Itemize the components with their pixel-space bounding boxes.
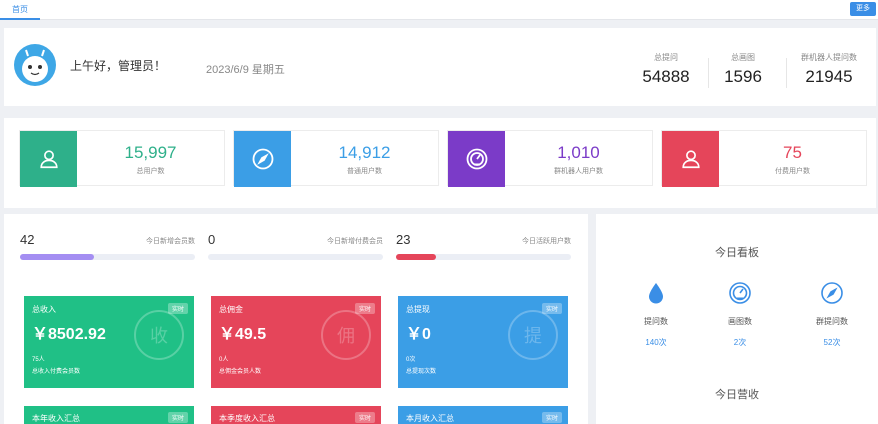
progress-label: 今日新增会员数: [146, 238, 195, 245]
stat-label: 总提问: [654, 53, 678, 62]
card-sub-label: 总收入付费会员数: [32, 369, 81, 375]
quarter-income-card[interactable]: 本季度收入汇总 实时: [211, 406, 381, 424]
progress-label: 今日新增付费会员: [327, 238, 383, 245]
user-icon: [39, 150, 58, 169]
seal-watermark: 佣: [321, 310, 371, 360]
avatar: [14, 44, 56, 86]
card-label: 总用户数: [136, 168, 165, 175]
card-title: 总提现: [406, 305, 430, 314]
tab-bar: 首页 更多: [0, 0, 878, 20]
card-value: 75: [783, 143, 802, 162]
card-value: 14,912: [338, 143, 391, 162]
board-item-value: 2次: [733, 338, 747, 347]
stat-value: 1596: [724, 67, 762, 86]
user-icon: [681, 150, 700, 169]
compass-icon: [821, 282, 843, 304]
realtime-badge: 实时: [354, 412, 375, 423]
compass-icon: [252, 148, 273, 170]
total-withdraw-card[interactable]: 总提现 实时 ￥0 提 0次 总提现次数: [398, 296, 568, 388]
progress-value: 0: [208, 232, 216, 247]
today-questions: 提问数 140次: [616, 280, 696, 348]
card-sub-value: 0次: [406, 357, 416, 363]
card-sub-value: 75人: [32, 357, 45, 363]
gauge-icon: [466, 148, 487, 170]
board-item-label: 画图数: [728, 317, 752, 326]
card-icon-box: [20, 131, 77, 187]
card-title: 本季度收入汇总: [219, 414, 275, 423]
card-label: 群机器人用户数: [554, 168, 603, 175]
total-income-card[interactable]: 总收入 实时 ￥8502.92 收 75人 总收入付费会员数: [24, 296, 194, 388]
welcome-card: 上午好，管理员！ 2023/6/9 星期五 总提问 54888 总画图 1596…: [4, 28, 876, 106]
paid-users-card[interactable]: 75 付费用户数: [661, 130, 867, 187]
card-sub-value: 0人: [219, 357, 229, 363]
board-item-label: 提问数: [644, 317, 668, 326]
drop-icon: [649, 283, 663, 304]
card-icon-box: [662, 131, 719, 187]
card-title: 总收入: [32, 305, 56, 314]
bot-users-card[interactable]: 1,010 群机器人用户数: [447, 130, 653, 187]
card-label: 普通用户数: [347, 168, 382, 175]
card-label: 付费用户数: [775, 168, 810, 175]
progress-track: [20, 254, 195, 260]
card-amount: ￥0: [406, 326, 431, 343]
progress-value: 42: [20, 232, 35, 247]
realtime-badge: 实时: [167, 412, 188, 423]
more-button[interactable]: 更多: [850, 2, 876, 16]
progress-track: [396, 254, 571, 260]
stat-bot-questions: 群机器人提问数 21945: [784, 52, 874, 87]
card-title: 本年收入汇总: [32, 414, 80, 423]
date-text: 2023/6/9 星期五: [206, 64, 285, 76]
progress-track: [208, 254, 383, 260]
progress-fill: [20, 254, 94, 260]
card-icon-box: [448, 131, 505, 187]
gauge-icon: [729, 282, 751, 304]
card-title: 总佣金: [219, 305, 243, 314]
card-sub-label: 总佣金会员人数: [219, 369, 262, 375]
tab-home[interactable]: 首页: [0, 0, 40, 20]
month-income-card[interactable]: 本月收入汇总 实时: [398, 406, 568, 424]
total-users-card[interactable]: 15,997 总用户数: [19, 130, 225, 187]
card-value: 15,997: [124, 143, 177, 162]
card-sub-label: 总提现次数: [406, 369, 437, 375]
stat-label: 群机器人提问数: [801, 53, 857, 62]
board-item-label: 群提问数: [816, 317, 848, 326]
normal-users-card[interactable]: 14,912 普通用户数: [233, 130, 439, 187]
card-icon-box: [234, 131, 291, 187]
today-board-panel: 今日看板 提问数 140次 画图数 2次 群提问数 52次 今日营收: [596, 214, 878, 424]
progress-label: 今日活跃用户数: [522, 238, 571, 245]
card-title: 本月收入汇总: [406, 414, 454, 423]
seal-watermark: 收: [134, 310, 184, 360]
progress-value: 23: [396, 232, 411, 247]
today-group-questions: 群提问数 52次: [792, 280, 872, 348]
progress-fill: [396, 254, 437, 260]
stat-total-questions: 总提问 54888: [626, 52, 706, 87]
card-value: 1,010: [557, 143, 600, 162]
board-item-value: 140次: [645, 338, 667, 347]
stat-label: 总画图: [731, 53, 755, 62]
stat-total-drawings: 总画图 1596: [703, 52, 783, 87]
stat-value: 21945: [805, 67, 853, 86]
today-revenue-title: 今日营收: [715, 389, 759, 401]
realtime-badge: 实时: [541, 412, 562, 423]
stat-value: 54888: [642, 67, 690, 86]
today-drawings: 画图数 2次: [700, 280, 780, 348]
seal-watermark: 提: [508, 310, 558, 360]
greeting-text: 上午好，管理员！: [70, 59, 167, 73]
user-counts-section: 15,997 总用户数 14,912 普通用户数 1,010 群机器人用户数 7…: [4, 118, 876, 208]
card-amount: ￥8502.92: [32, 326, 106, 343]
today-board-title: 今日看板: [715, 247, 759, 259]
total-commission-card[interactable]: 总佣金 实时 ￥49.5 佣 0人 总佣金会员人数: [211, 296, 381, 388]
board-item-value: 52次: [823, 338, 841, 347]
card-amount: ￥49.5: [219, 326, 267, 343]
year-income-card[interactable]: 本年收入汇总 实时: [24, 406, 194, 424]
overview-panel: 42 今日新增会员数 0 今日新增付费会员 23 今日活跃用户数 总收入 实时 …: [4, 214, 588, 424]
